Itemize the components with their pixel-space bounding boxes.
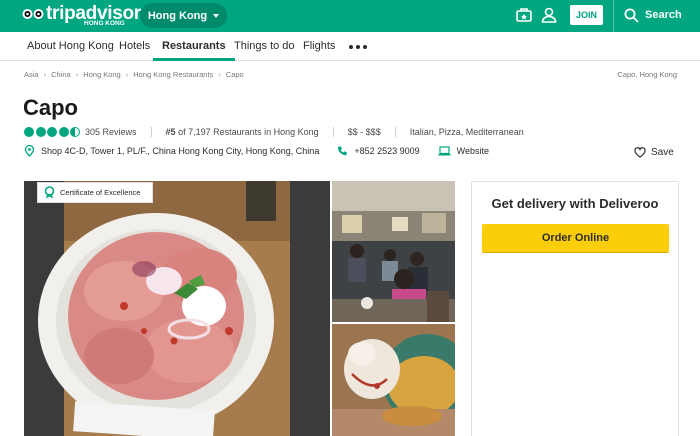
profile-icon[interactable] <box>540 6 558 24</box>
phone-icon <box>338 146 348 156</box>
rating-bubbles[interactable] <box>24 127 80 137</box>
rating-bubble-icon <box>47 127 57 137</box>
join-button[interactable]: JOIN <box>570 5 603 25</box>
breadcrumb-location: Capo, Hong Kong <box>617 70 677 79</box>
ranking-description: of 7,197 Restaurants in Hong Kong <box>178 127 319 137</box>
laptop-icon <box>438 146 451 156</box>
breadcrumb-capo: Capo <box>225 70 244 79</box>
location-selector-button[interactable]: Hong Kong <box>140 3 227 28</box>
logo-subtitle: HONG KONG <box>84 20 125 27</box>
price-range: $$ - $$$ <box>347 127 381 137</box>
review-count-link[interactable]: 305 Reviews <box>85 127 137 137</box>
breadcrumb-hong-kong[interactable]: Hong Kong <box>83 70 121 79</box>
order-online-button[interactable]: Order Online <box>482 224 669 253</box>
ranking-number: #5 <box>165 127 176 137</box>
website-link[interactable]: Website <box>457 146 489 156</box>
restaurant-interior-image <box>332 181 455 322</box>
heart-icon <box>634 147 646 158</box>
delivery-panel: Get delivery with Deliveroo Order Online <box>471 181 679 436</box>
photo-thumbnail[interactable] <box>332 181 455 322</box>
rating-bubble-icon <box>58 127 69 137</box>
rating-half-bubble-icon <box>70 127 80 137</box>
dessert-image <box>332 324 455 436</box>
header-divider <box>613 0 614 32</box>
breadcrumb-hong-kong-restaurants[interactable]: Hong Kong Restaurants <box>133 70 213 79</box>
search-button[interactable]: Search <box>624 5 682 25</box>
contact-row: Shop 4C-D, Tower 1, PL/F., China Hong Ko… <box>24 144 489 158</box>
certificate-badge: Certificate of Excellence <box>37 182 153 203</box>
search-label: Search <box>645 9 682 21</box>
breadcrumb-asia[interactable]: Asia <box>24 70 39 79</box>
save-button[interactable]: Save <box>634 147 674 158</box>
search-icon <box>624 8 639 23</box>
cuisine-list[interactable]: Italian, Pizza, Mediterranean <box>410 127 524 137</box>
main-photo[interactable] <box>24 181 330 436</box>
save-label: Save <box>651 147 674 158</box>
rating-bubble-icon <box>35 127 46 137</box>
address-link[interactable]: Shop 4C-D, Tower 1, PL/F., China Hong Ko… <box>41 146 319 156</box>
nav-flights[interactable]: Flights <box>303 32 335 61</box>
location-label: Hong Kong <box>147 9 208 22</box>
rating-row: 305 Reviews #5 of 7,197 Restaurants in H… <box>24 125 524 139</box>
more-menu-icon[interactable] <box>349 45 367 49</box>
map-pin-icon <box>24 145 35 157</box>
nav-about-hong-kong[interactable]: About Hong Kong <box>27 32 114 61</box>
award-ribbon-icon <box>44 186 55 199</box>
breadcrumb-china[interactable]: China <box>51 70 71 79</box>
page-title: Capo <box>23 95 78 120</box>
photo-thumbnail[interactable] <box>332 324 455 436</box>
owl-logo-icon <box>22 9 44 19</box>
nav-things-to-do[interactable]: Things to do <box>234 32 295 61</box>
nav-hotels[interactable]: Hotels <box>119 32 150 61</box>
food-photo-image <box>24 181 330 436</box>
delivery-title: Get delivery with Deliveroo <box>491 196 659 211</box>
caret-down-icon <box>213 13 220 18</box>
ranking-text[interactable]: #5 of 7,197 Restaurants in Hong Kong <box>166 127 319 137</box>
phone-number[interactable]: +852 2523 9009 <box>354 146 419 156</box>
certificate-label: Certificate of Excellence <box>60 188 141 197</box>
breadcrumb: Asia › China › Hong Kong › Hong Kong Restau… <box>24 70 244 79</box>
main-nav: About Hong Kong Hotels Restaurants Thing… <box>0 32 700 61</box>
nav-restaurants[interactable]: Restaurants <box>153 32 235 61</box>
trips-icon[interactable] <box>515 6 533 24</box>
top-bar: tripadvisor HONG KONG Hong Kong JOIN Sea… <box>0 0 700 32</box>
rating-bubble-icon <box>24 127 34 137</box>
